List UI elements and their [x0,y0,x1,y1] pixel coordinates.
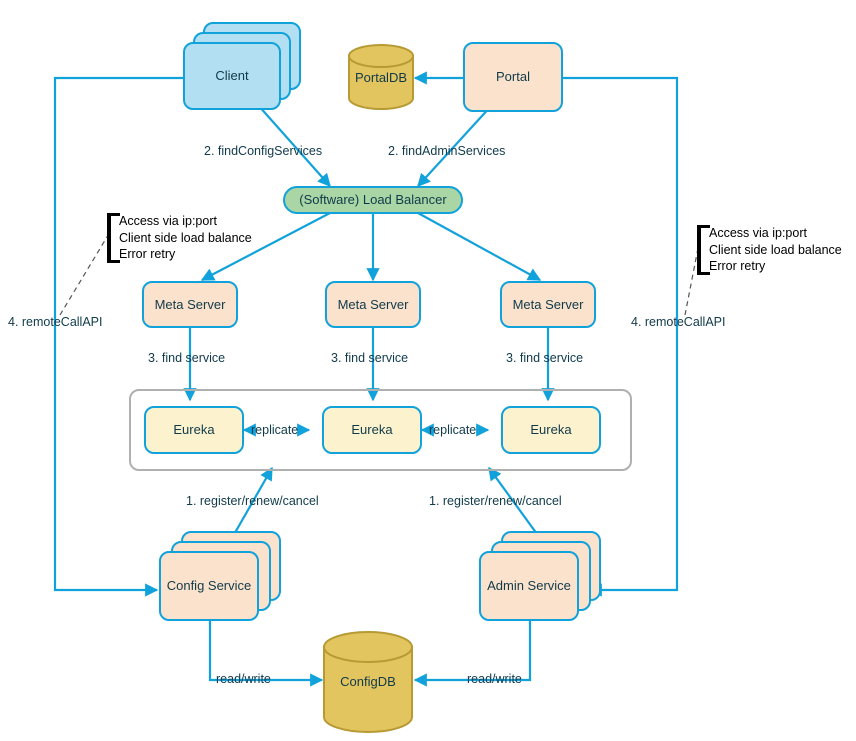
client-node[interactable]: Client [183,42,281,110]
callout-right-line-3: Error retry [709,259,766,274]
admin-service-label: Admin Service [487,578,571,594]
architecture-diagram: Client PortalDB Portal 2. findConfigServ… [0,0,856,741]
configdb-label: ConfigDB [340,674,396,689]
label-read-write-left: read/write [216,672,271,686]
eureka-3-node[interactable]: Eureka [501,406,601,454]
label-find-service-1: 3. find service [148,351,226,365]
callout-right: Access via ip:port Client side load bala… [697,225,842,275]
configdb-node[interactable]: ConfigDB [322,630,414,734]
callout-left-line-3: Error retry [119,247,176,262]
label-find-service-3: 3. find service [506,351,584,365]
connector-layer [53,71,701,687]
meta-server-3-label: Meta Server [512,296,584,312]
meta-server-1-node[interactable]: Meta Server [142,281,238,328]
wire-loadbalancer-to-meta-3 [417,212,542,281]
callout-left: Access via ip:port Client side load bala… [107,213,252,263]
label-find-config-services: 2. findConfigServices [204,144,323,158]
portal-node[interactable]: Portal [463,42,563,112]
config-service-node[interactable]: Config Service [159,551,259,621]
callout-left-line-2: Client side load balance [119,230,252,245]
portal-label: Portal [496,69,530,85]
label-remote-call-api-left: 4. remoteCallAPI [8,315,103,329]
meta-server-2-node[interactable]: Meta Server [325,281,421,328]
label-register-left: 1. register/renew/cancel [186,494,319,508]
admin-service-node[interactable]: Admin Service [479,551,579,621]
client-label: Client [215,68,249,84]
label-find-admin-services: 2. findAdminServices [388,144,506,158]
label-read-write-right: read/write [467,672,522,686]
portaldb-node[interactable]: PortalDB [347,43,415,111]
eureka-2-node[interactable]: Eureka [322,406,422,454]
wire-portal-to-admin-service [563,76,679,597]
eureka-3-label: Eureka [530,422,572,438]
config-service-label: Config Service [166,578,252,594]
meta-server-3-node[interactable]: Meta Server [500,281,596,328]
label-register-right: 1. register/renew/cancel [429,494,562,508]
label-replicate-1: replicate [251,423,299,437]
label-remote-call-api-right: 4. remoteCallAPI [631,315,726,329]
eureka-1-node[interactable]: Eureka [144,406,244,454]
meta-server-1-label: Meta Server [154,296,226,312]
callout-left-line-1: Access via ip:port [119,214,217,228]
label-replicate-2: replicate [429,423,477,437]
eureka-2-label: Eureka [351,422,393,438]
callout-right-line-1: Access via ip:port [709,226,807,240]
wire-client-to-config-service [53,76,183,597]
meta-server-2-label: Meta Server [337,296,409,312]
load-balancer-node[interactable]: (Software) Load Balancer [283,186,463,214]
callout-right-line-2: Client side load balance [709,242,842,257]
label-find-service-2: 3. find service [331,351,409,365]
portaldb-label: PortalDB [354,70,408,85]
callout-leader-left [59,231,111,316]
eureka-1-label: Eureka [173,422,215,438]
load-balancer-label: (Software) Load Balancer [299,192,447,208]
